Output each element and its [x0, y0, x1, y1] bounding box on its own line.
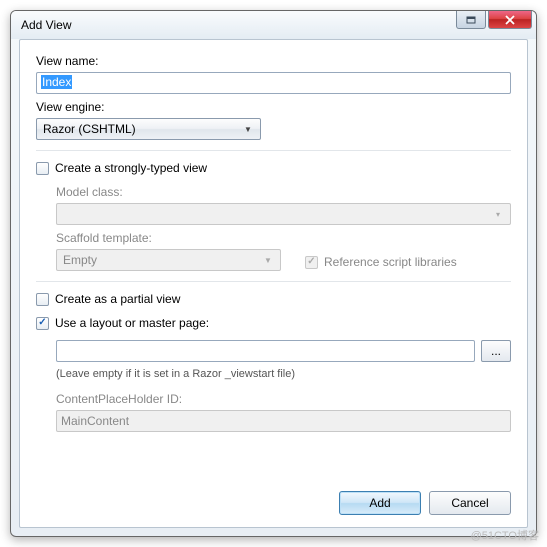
- partial-view-label: Create as a partial view: [55, 292, 180, 306]
- titlebar[interactable]: Add View: [11, 11, 536, 39]
- cancel-button[interactable]: Cancel: [429, 491, 511, 515]
- minimize-button[interactable]: [456, 11, 486, 29]
- model-class-label: Model class:: [56, 185, 511, 199]
- view-name-label: View name:: [36, 54, 511, 68]
- cph-label: ContentPlaceHolder ID:: [56, 392, 511, 406]
- chevron-down-icon: ▼: [260, 252, 276, 268]
- scaffold-select: Empty ▼: [56, 249, 281, 271]
- chevron-down-icon: ▼: [240, 121, 256, 137]
- partial-view-checkbox[interactable]: [36, 293, 49, 306]
- view-engine-value: Razor (CSHTML): [43, 122, 136, 136]
- view-engine-label: View engine:: [36, 100, 511, 114]
- strongly-typed-label: Create a strongly-typed view: [55, 161, 207, 175]
- browse-button[interactable]: ...: [481, 340, 511, 362]
- scaffold-label: Scaffold template:: [56, 231, 281, 245]
- layout-path-input[interactable]: [56, 340, 475, 362]
- add-button[interactable]: Add: [339, 491, 421, 515]
- window-buttons: [456, 11, 532, 29]
- dialog-content: View name: Index View engine: Razor (CSH…: [19, 39, 528, 528]
- window-title: Add View: [21, 18, 71, 32]
- use-layout-checkbox[interactable]: [36, 317, 49, 330]
- divider: [36, 150, 511, 151]
- use-layout-label: Use a layout or master page:: [55, 316, 209, 330]
- divider: [36, 281, 511, 282]
- layout-note: (Leave empty if it is set in a Razor _vi…: [56, 368, 511, 380]
- ref-script-checkbox: [305, 256, 318, 269]
- view-engine-select[interactable]: Razor (CSHTML) ▼: [36, 118, 261, 140]
- watermark: @51CTO博客: [471, 527, 539, 543]
- strongly-typed-checkbox[interactable]: [36, 162, 49, 175]
- cph-input: [56, 410, 511, 432]
- dialog-footer: Add Cancel: [339, 491, 511, 515]
- model-class-select: ▾: [56, 203, 511, 225]
- close-button[interactable]: [488, 11, 532, 29]
- chevron-down-icon: ▾: [490, 206, 506, 222]
- dialog-window: Add View View name: Index View engine: R…: [10, 10, 537, 537]
- ref-script-label: Reference script libraries: [324, 255, 457, 269]
- view-name-input[interactable]: Index: [36, 72, 511, 94]
